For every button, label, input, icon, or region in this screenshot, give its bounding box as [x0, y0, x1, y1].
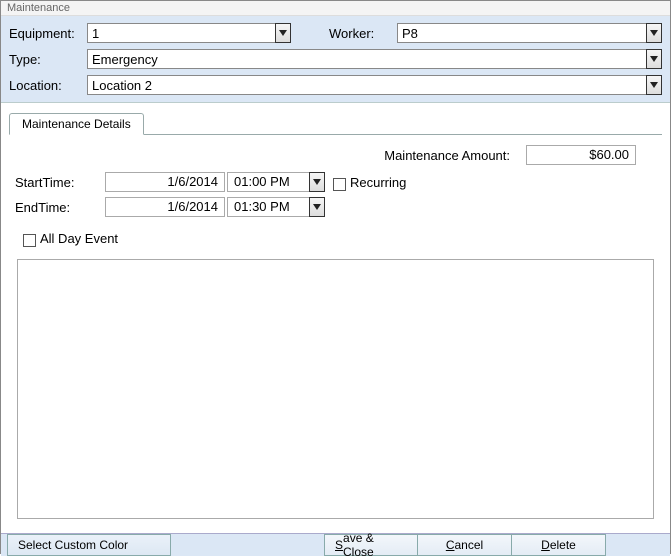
chevron-down-icon	[313, 204, 321, 210]
type-label: Type:	[9, 52, 87, 67]
tab-area: Maintenance Details Maintenance Amount: …	[1, 103, 670, 533]
cancel-post: ancel	[454, 538, 483, 552]
worker-field[interactable]: P8	[397, 23, 646, 43]
tab-maintenance-details[interactable]: Maintenance Details	[9, 113, 144, 135]
worker-dropdown-button[interactable]	[646, 23, 662, 43]
maintenance-window: Maintenance Equipment: 1 Worker: P8 Type…	[0, 0, 671, 554]
delete-button[interactable]: Delete	[512, 534, 606, 556]
window-title: Maintenance	[1, 1, 670, 16]
tab-content: Maintenance Amount: $60.00 StartTime: 1/…	[9, 135, 662, 525]
start-time-label: StartTime:	[15, 175, 105, 190]
chevron-down-icon	[650, 82, 658, 88]
end-time-dropdown-button[interactable]	[309, 197, 325, 217]
location-label: Location:	[9, 78, 87, 93]
type-dropdown-button[interactable]	[646, 49, 662, 69]
location-field[interactable]: Location 2	[87, 75, 646, 95]
maintenance-amount-label: Maintenance Amount:	[384, 148, 510, 163]
end-time-field[interactable]: 01:30 PM	[227, 197, 309, 217]
chevron-down-icon	[279, 30, 287, 36]
chevron-down-icon	[313, 179, 321, 185]
cancel-mnemonic: C	[446, 538, 455, 552]
save-and-close-button[interactable]: Save & Close	[324, 534, 418, 556]
equipment-dropdown-button[interactable]	[275, 23, 291, 43]
recurring-checkbox[interactable]	[333, 178, 346, 191]
worker-label: Worker:	[329, 26, 397, 41]
location-dropdown-button[interactable]	[646, 75, 662, 95]
chevron-down-icon	[650, 56, 658, 62]
tab-strip: Maintenance Details	[9, 111, 662, 135]
notes-textarea[interactable]	[17, 259, 654, 519]
save-close-post: ave & Close	[343, 531, 407, 559]
equipment-field[interactable]: 1	[87, 23, 275, 43]
save-close-mnemonic: S	[335, 538, 343, 552]
end-date-field[interactable]: 1/6/2014	[105, 197, 225, 217]
recurring-label: Recurring	[350, 175, 406, 190]
type-field[interactable]: Emergency	[87, 49, 646, 69]
end-time-label: EndTime:	[15, 200, 105, 215]
maintenance-amount-field[interactable]: $60.00	[526, 145, 636, 165]
start-time-dropdown-button[interactable]	[309, 172, 325, 192]
start-date-field[interactable]: 1/6/2014	[105, 172, 225, 192]
all-day-label: All Day Event	[40, 231, 118, 246]
chevron-down-icon	[650, 30, 658, 36]
delete-mnemonic: D	[541, 538, 550, 552]
button-bar: Select Custom Color Save & Close Cancel …	[1, 533, 670, 556]
select-custom-color-button[interactable]: Select Custom Color	[7, 534, 171, 556]
delete-post: elete	[550, 538, 576, 552]
header-form: Equipment: 1 Worker: P8 Type: Emergency …	[1, 16, 670, 103]
equipment-label: Equipment:	[9, 26, 87, 41]
start-time-field[interactable]: 01:00 PM	[227, 172, 309, 192]
cancel-button[interactable]: Cancel	[418, 534, 512, 556]
all-day-checkbox[interactable]	[23, 234, 36, 247]
